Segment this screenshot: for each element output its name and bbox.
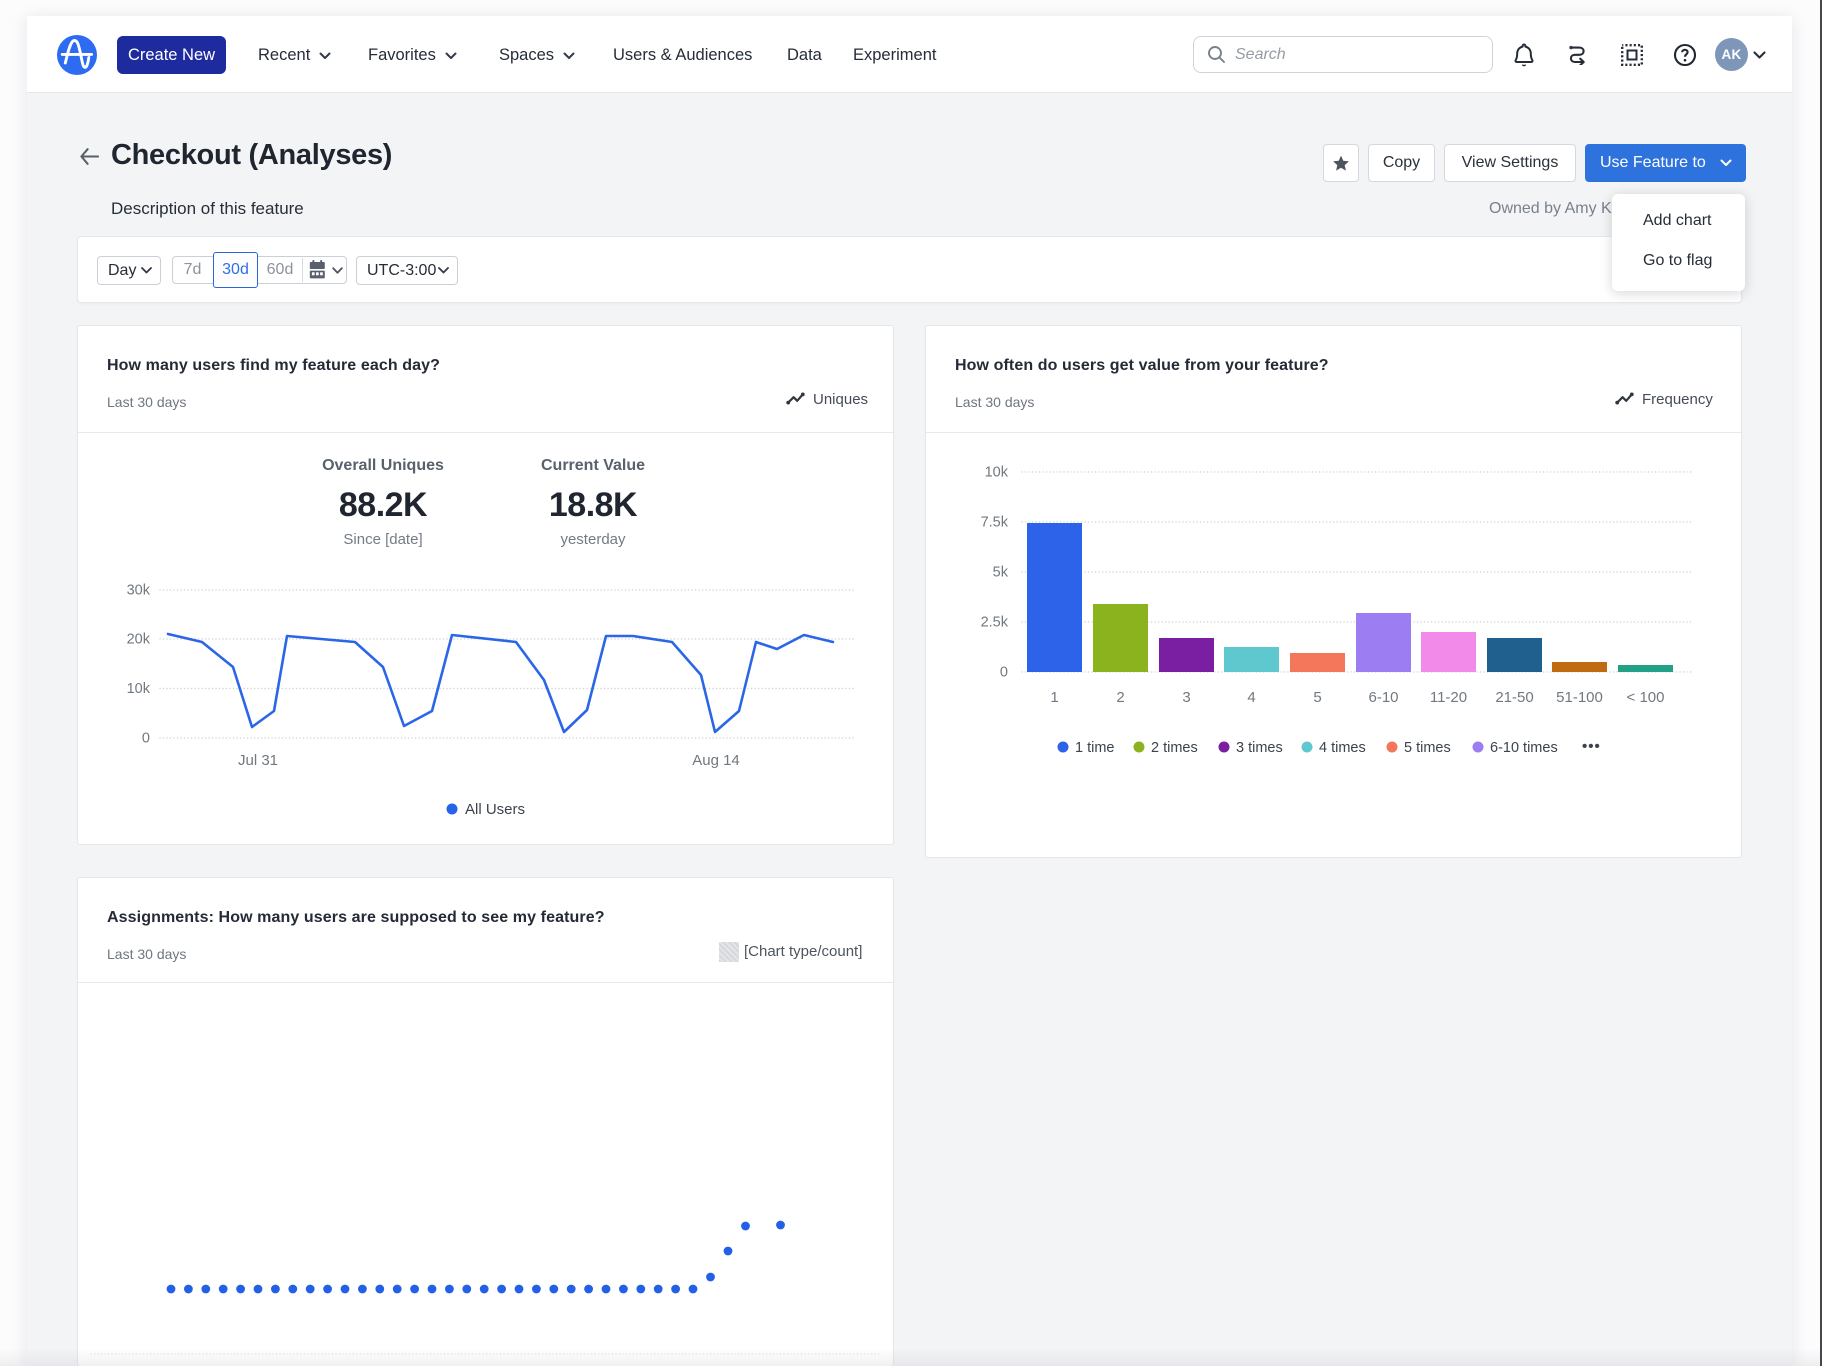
svg-text:4: 4 <box>1247 689 1255 706</box>
svg-text:5 times: 5 times <box>1404 740 1451 756</box>
svg-text:0: 0 <box>142 731 150 747</box>
svg-text:6-10: 6-10 <box>1368 689 1398 706</box>
svg-text:10k: 10k <box>985 465 1009 481</box>
svg-text:Jul 31: Jul 31 <box>238 752 278 769</box>
svg-text:7.5k: 7.5k <box>981 515 1009 531</box>
svg-text:1 time: 1 time <box>1075 740 1115 756</box>
svg-text:•••: ••• <box>1582 738 1601 755</box>
svg-text:30k: 30k <box>127 583 151 599</box>
svg-text:11-20: 11-20 <box>1430 689 1467 706</box>
svg-text:2 times: 2 times <box>1151 740 1198 756</box>
svg-text:5k: 5k <box>993 565 1009 581</box>
svg-text:< 100: < 100 <box>1627 689 1665 706</box>
svg-text:21-50: 21-50 <box>1495 689 1533 706</box>
svg-text:2.5k: 2.5k <box>981 615 1009 631</box>
svg-text:6-10 times: 6-10 times <box>1490 740 1558 756</box>
svg-text:5: 5 <box>1313 689 1321 706</box>
svg-text:1: 1 <box>1050 689 1058 706</box>
svg-text:10k: 10k <box>127 681 151 697</box>
svg-text:3: 3 <box>1182 689 1190 706</box>
svg-text:2: 2 <box>1116 689 1124 706</box>
svg-text:3 times: 3 times <box>1236 740 1283 756</box>
svg-text:All Users: All Users <box>465 801 525 818</box>
svg-text:0: 0 <box>1000 665 1008 681</box>
svg-text:20k: 20k <box>127 632 151 648</box>
svg-text:4 times: 4 times <box>1319 740 1366 756</box>
svg-text:Aug 14: Aug 14 <box>692 752 740 769</box>
svg-text:51-100: 51-100 <box>1556 689 1603 706</box>
